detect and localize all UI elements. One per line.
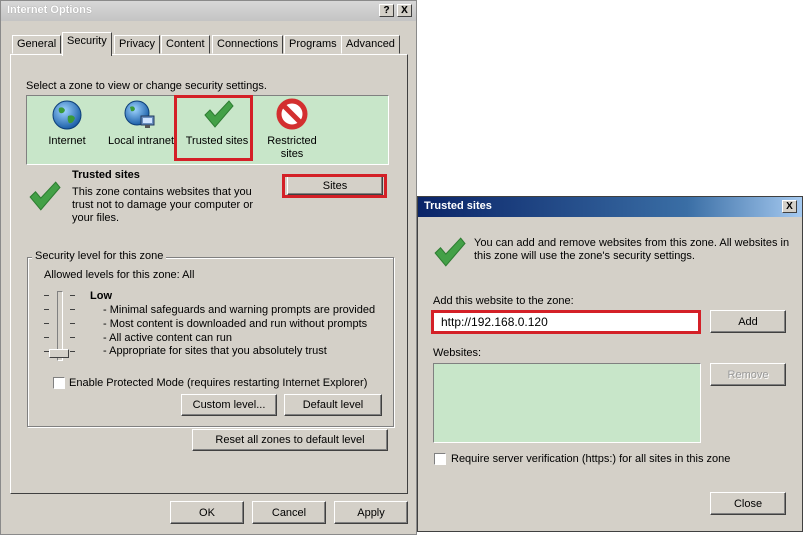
zone-local-intranet[interactable]: Local intranet bbox=[103, 97, 179, 159]
tab-security[interactable]: Security bbox=[62, 32, 112, 56]
ok-button[interactable]: OK bbox=[170, 501, 244, 524]
allowed-levels-label: Allowed levels for this zone: All bbox=[44, 269, 195, 281]
tab-label: Security bbox=[67, 35, 107, 47]
zone-prompt: Select a zone to view or change security… bbox=[26, 80, 267, 92]
tab-privacy[interactable]: Privacy bbox=[114, 35, 161, 54]
close-dialog-button[interactable]: Close bbox=[710, 492, 786, 515]
slider-tick bbox=[44, 309, 49, 310]
slider-tick bbox=[70, 337, 75, 338]
trusted-sites-title: Trusted sites bbox=[424, 200, 492, 212]
protected-mode-label: Enable Protected Mode (requires restarti… bbox=[69, 377, 368, 389]
require-verification-checkbox[interactable] bbox=[434, 453, 446, 465]
slider-tick bbox=[44, 295, 49, 296]
custom-level-button[interactable]: Custom level... bbox=[181, 394, 277, 416]
slider-tick bbox=[70, 295, 75, 296]
trusted-sites-dialog: Trusted sites X You can add and remove w… bbox=[417, 196, 803, 532]
help-button[interactable]: ? bbox=[379, 4, 394, 17]
add-button[interactable]: Add bbox=[710, 310, 786, 333]
zone-title: Trusted sites bbox=[72, 169, 140, 181]
tab-content[interactable]: Content bbox=[161, 35, 210, 54]
level-detail: - Most content is downloaded and run wit… bbox=[103, 318, 368, 330]
tab-label: Programs bbox=[289, 38, 337, 50]
level-detail: - All active content can run bbox=[103, 332, 233, 344]
trusted-sites-info: You can add and remove websites from thi… bbox=[474, 237, 790, 262]
slider-tick bbox=[44, 323, 49, 324]
internet-options-window: Internet Options ? X General Security Pr… bbox=[0, 0, 417, 535]
slider-thumb[interactable] bbox=[49, 349, 69, 358]
remove-button[interactable]: Remove bbox=[710, 363, 786, 386]
tab-label: Connections bbox=[217, 38, 279, 50]
sites-button[interactable]: Sites bbox=[287, 176, 383, 195]
close-icon[interactable]: X bbox=[782, 200, 797, 213]
protected-mode-checkbox[interactable] bbox=[53, 377, 65, 389]
slider-tick bbox=[44, 337, 49, 338]
trusted-sites-titlebar[interactable]: Trusted sites X bbox=[418, 197, 802, 217]
slider-tick bbox=[70, 351, 75, 352]
security-level-name: Low bbox=[90, 290, 112, 302]
slider-tick bbox=[70, 309, 75, 310]
websites-label: Websites: bbox=[433, 347, 482, 359]
internet-options-titlebar[interactable]: Internet Options ? X bbox=[1, 1, 416, 21]
security-level-slider[interactable] bbox=[41, 289, 81, 364]
websites-list[interactable] bbox=[433, 363, 701, 443]
zone-description: This zone contains websites that you tru… bbox=[72, 186, 253, 224]
zone-label-restricted-sites: Restricted sites bbox=[267, 135, 317, 160]
zone-internet[interactable]: Internet bbox=[37, 97, 97, 159]
zone-label-internet: Internet bbox=[48, 135, 86, 147]
cancel-button[interactable]: Cancel bbox=[252, 501, 326, 524]
slider-tick bbox=[70, 323, 75, 324]
globe-network-icon bbox=[124, 100, 155, 128]
no-entry-icon bbox=[276, 98, 308, 130]
zone-label-local-intranet: Local intranet bbox=[107, 135, 175, 147]
internet-options-title: Internet Options bbox=[7, 4, 92, 16]
zone-trusted-sites[interactable]: Trusted sites bbox=[180, 97, 254, 159]
close-icon[interactable]: X bbox=[397, 4, 412, 17]
security-level-legend: Security level for this zone bbox=[32, 250, 167, 262]
tab-general[interactable]: General bbox=[12, 35, 62, 54]
level-detail: - Minimal safeguards and warning prompts… bbox=[103, 304, 376, 316]
tab-advanced[interactable]: Advanced bbox=[341, 35, 400, 54]
zone-label-trusted-sites: Trusted sites bbox=[185, 135, 249, 147]
add-website-label: Add this website to the zone: bbox=[433, 295, 574, 307]
tab-label: Advanced bbox=[346, 38, 395, 50]
tab-label: General bbox=[17, 38, 57, 50]
tab-connections[interactable]: Connections bbox=[212, 35, 284, 54]
checkmark-icon bbox=[434, 237, 466, 267]
apply-button[interactable]: Apply bbox=[334, 501, 408, 524]
globe-icon bbox=[52, 100, 82, 130]
tab-programs[interactable]: Programs bbox=[284, 35, 342, 54]
default-level-button[interactable]: Default level bbox=[284, 394, 382, 416]
tab-label: Privacy bbox=[119, 38, 156, 50]
tab-label: Content bbox=[166, 38, 205, 50]
require-verification-label: Require server verification (https:) for… bbox=[451, 453, 731, 465]
checkmark-icon bbox=[204, 100, 234, 128]
reset-all-zones-button[interactable]: Reset all zones to default level bbox=[192, 429, 388, 451]
zone-restricted-sites[interactable]: Restricted sites bbox=[259, 97, 325, 161]
level-detail: - Appropriate for sites that you absolut… bbox=[103, 345, 327, 357]
url-input[interactable]: http://192.168.0.120 bbox=[433, 312, 698, 332]
checkmark-icon bbox=[29, 181, 61, 211]
